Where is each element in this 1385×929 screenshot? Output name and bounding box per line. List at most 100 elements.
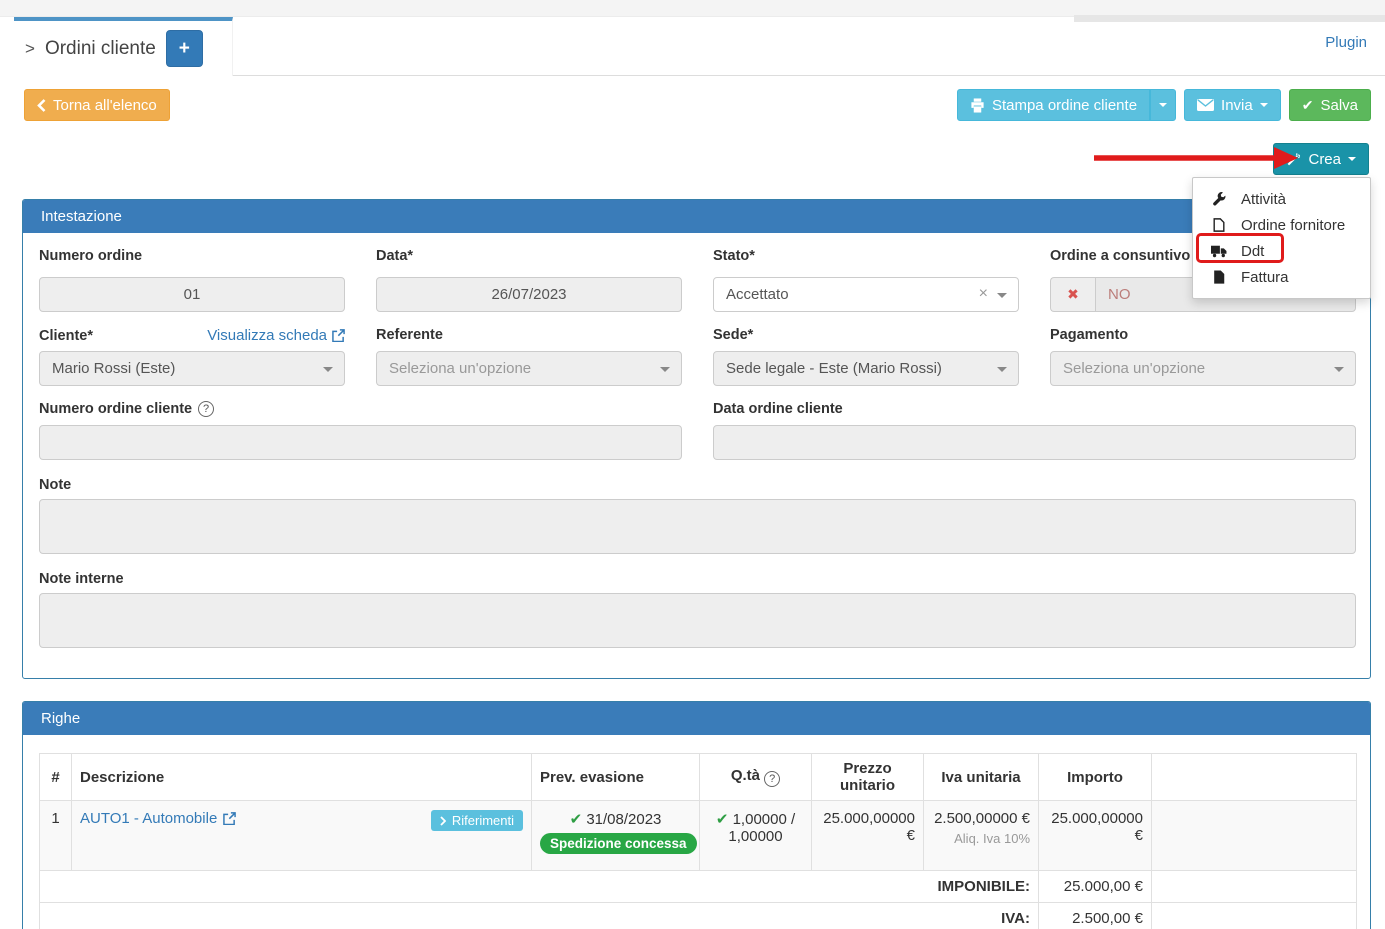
numero-ordine-cliente-input[interactable] — [39, 425, 682, 460]
printer-icon — [970, 98, 985, 113]
col-prezzo-header: Prezzo unitario — [812, 754, 924, 801]
pagamento-label: Pagamento — [1050, 327, 1356, 343]
riferimenti-badge[interactable]: Riferimenti — [431, 810, 523, 831]
referente-label: Referente — [376, 327, 682, 343]
stato-value: Accettato — [726, 286, 789, 303]
top-right-tab-fragment — [1074, 15, 1385, 22]
caret-down-icon — [997, 293, 1007, 298]
tabbar-divider — [233, 75, 1385, 76]
iva-value: 2.500,00000 € — [932, 810, 1030, 827]
iva-total-value: 2.500,00 € — [1039, 903, 1152, 929]
print-order-button[interactable]: Stampa ordine cliente — [957, 89, 1150, 121]
caret-down-icon — [1334, 367, 1344, 372]
col-actions-header — [1152, 754, 1357, 801]
stato-select[interactable]: Accettato × — [713, 277, 1019, 312]
spedizione-badge: Spedizione concessa — [540, 833, 697, 854]
menu-item-attivita[interactable]: Attività — [1193, 186, 1370, 212]
stato-label: Stato* — [713, 248, 1019, 264]
menu-item-label: Ordine fornitore — [1241, 217, 1345, 234]
check-icon: ✔ — [1302, 98, 1314, 112]
send-button[interactable]: Invia — [1184, 89, 1281, 121]
save-label: Salva — [1320, 97, 1358, 114]
note-interne-textarea[interactable] — [39, 593, 1356, 648]
iva-total-label: IVA: — [40, 903, 1039, 929]
send-label: Invia — [1221, 97, 1253, 114]
chevron-right-icon — [440, 816, 446, 826]
col-importo-header: Importo — [1039, 754, 1152, 801]
print-dropdown-toggle[interactable] — [1150, 89, 1176, 121]
tab-ordini-cliente[interactable]: > Ordini cliente + — [14, 17, 233, 76]
intestazione-panel: Intestazione Numero ordine Data* Stato* … — [22, 199, 1371, 679]
toolbar-right: Stampa ordine cliente Invia ✔ Salva — [957, 89, 1371, 121]
note-textarea[interactable] — [39, 499, 1356, 554]
col-prev-evasione-header: Prev. evasione — [532, 754, 700, 801]
envelope-icon — [1197, 99, 1214, 111]
chevron-right-icon: > — [25, 40, 35, 57]
note-label: Note — [39, 477, 1356, 493]
referente-placeholder: Seleziona un'opzione — [389, 360, 531, 377]
visualizza-scheda-label: Visualizza scheda — [207, 327, 327, 344]
create-label: Crea — [1308, 151, 1341, 168]
referente-select[interactable]: Seleziona un'opzione — [376, 351, 682, 386]
righe-panel: Righe # Descrizione Prev. evasione Q.tà … — [22, 701, 1371, 929]
save-button[interactable]: ✔ Salva — [1289, 89, 1371, 121]
qta-value: 1,00000 / 1,00000 — [728, 811, 795, 845]
imponibile-row: IMPONIBILE: 25.000,00 € — [40, 871, 1357, 903]
intestazione-panel-header: Intestazione — [23, 200, 1370, 233]
sede-label: Sede* — [713, 327, 1019, 343]
visualizza-scheda-link[interactable]: Visualizza scheda — [207, 327, 345, 344]
external-link-icon — [332, 329, 345, 342]
caret-down-icon — [1159, 103, 1167, 107]
menu-item-fattura[interactable]: Fattura — [1193, 264, 1370, 290]
plus-icon: + — [179, 38, 190, 60]
back-to-list-button[interactable]: Torna all'elenco — [24, 89, 170, 121]
page-title: Ordini cliente — [45, 38, 156, 60]
col-descrizione-header: Descrizione — [72, 754, 532, 801]
clear-icon[interactable]: × — [979, 285, 988, 303]
imponibile-value: 25.000,00 € — [1039, 871, 1152, 903]
page: > Ordini cliente + Plugin Torna all'elen… — [0, 0, 1385, 929]
sede-select[interactable]: Sede legale - Este (Mario Rossi) — [713, 351, 1019, 386]
chevron-left-icon — [37, 99, 46, 112]
caret-down-icon — [1260, 103, 1268, 107]
caret-down-icon — [323, 367, 333, 372]
check-icon: ✔ — [570, 811, 583, 828]
wrench-icon — [1211, 192, 1227, 206]
plugin-link[interactable]: Plugin — [1325, 34, 1367, 51]
back-to-list-label: Torna all'elenco — [53, 97, 157, 114]
prezzo-value: 25.000,00000 € — [812, 801, 924, 871]
caret-down-icon — [1348, 157, 1356, 161]
question-circle-icon: ? — [764, 771, 780, 787]
file-outline-icon — [1211, 218, 1227, 232]
article-link[interactable]: AUTO1 - Automobile — [80, 810, 236, 827]
data-label: Data* — [376, 248, 682, 264]
ddt-highlight-annotation — [1196, 233, 1284, 263]
data-ordine-cliente-label: Data ordine cliente — [713, 401, 1356, 417]
cliente-select[interactable]: Mario Rossi (Este) — [39, 351, 345, 386]
note-interne-label: Note interne — [39, 571, 1356, 587]
righe-panel-header: Righe — [23, 702, 1370, 735]
pagamento-select[interactable]: Seleziona un'opzione — [1050, 351, 1356, 386]
data-ordine-cliente-input[interactable] — [713, 425, 1356, 460]
importo-value: 25.000,00000 € — [1039, 801, 1152, 871]
imponibile-label: IMPONIBILE: — [40, 871, 1039, 903]
caret-down-icon — [660, 367, 670, 372]
add-order-button[interactable]: + — [166, 30, 203, 67]
data-input[interactable] — [376, 277, 682, 312]
pagamento-placeholder: Seleziona un'opzione — [1063, 360, 1205, 377]
row-actions-cell — [1152, 801, 1357, 871]
times-icon[interactable]: ✖ — [1050, 277, 1095, 312]
intestazione-title: Intestazione — [41, 208, 122, 225]
evasione-date: 31/08/2023 — [586, 811, 661, 828]
caret-down-icon — [997, 367, 1007, 372]
menu-item-label: Fattura — [1241, 269, 1289, 286]
article-label: AUTO1 - Automobile — [80, 810, 217, 827]
external-link-icon — [223, 812, 236, 825]
righe-table: # Descrizione Prev. evasione Q.tà ? Prez… — [39, 753, 1357, 929]
row-number: 1 — [40, 801, 72, 871]
cliente-label: Cliente* — [39, 328, 93, 344]
numero-ordine-input[interactable] — [39, 277, 345, 312]
sede-value: Sede legale - Este (Mario Rossi) — [726, 360, 942, 377]
cliente-value: Mario Rossi (Este) — [52, 360, 175, 377]
iva-row: IVA: 2.500,00 € — [40, 903, 1357, 929]
